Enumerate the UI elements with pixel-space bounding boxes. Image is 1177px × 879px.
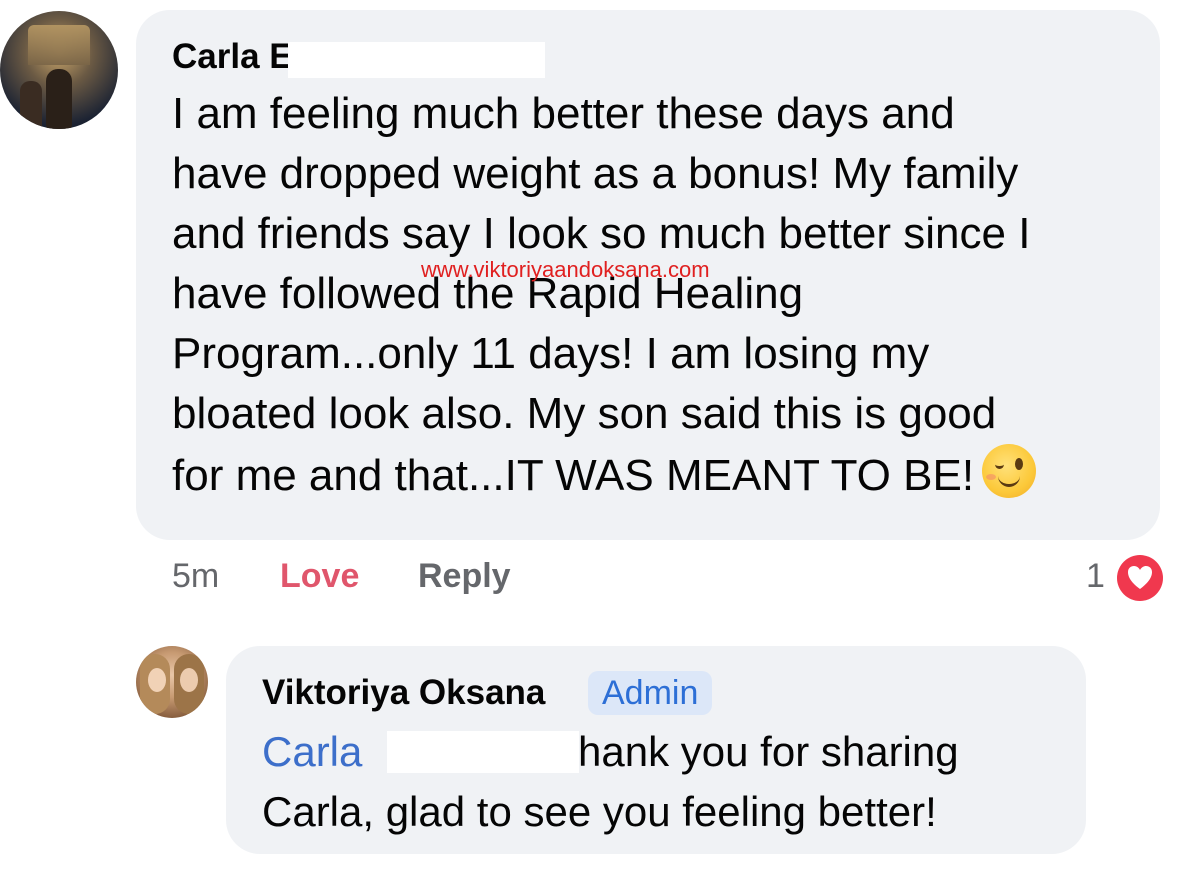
reply-button[interactable]: Reply xyxy=(418,557,511,596)
reply-text: Carla thank you for sharing Carla, glad t… xyxy=(262,722,1072,842)
comment-body: I am feeling much better these days and … xyxy=(172,89,1031,500)
winking-face-emoji-icon xyxy=(982,444,1037,498)
redaction-box xyxy=(288,42,545,78)
avatar-photo-face xyxy=(148,668,166,692)
comment-author[interactable]: Carla E xyxy=(172,37,293,77)
avatar-viktoriya[interactable] xyxy=(136,646,208,718)
comment-timestamp[interactable]: 5m xyxy=(172,557,219,596)
heart-icon[interactable] xyxy=(1114,552,1166,604)
reply-author[interactable]: Viktoriya Oksana xyxy=(262,673,545,713)
love-reaction-button[interactable]: Love xyxy=(280,557,359,596)
watermark: www.viktoriyaandoksana.com xyxy=(421,257,710,282)
comment-text: I am feeling much better these days and … xyxy=(172,84,1142,506)
avatar-carla[interactable] xyxy=(0,11,118,129)
admin-badge: Admin xyxy=(588,671,713,715)
avatar-photo-face xyxy=(180,668,198,692)
avatar-photo-person xyxy=(20,81,42,129)
reply-body: thank you for sharing Carla, glad to see… xyxy=(262,728,959,835)
avatar-photo-person xyxy=(46,69,72,129)
mention-link[interactable]: Carla xyxy=(262,728,362,775)
avatar-photo-building xyxy=(28,25,90,65)
reaction-count[interactable]: 1 xyxy=(1086,557,1105,596)
redaction-box xyxy=(387,731,579,773)
